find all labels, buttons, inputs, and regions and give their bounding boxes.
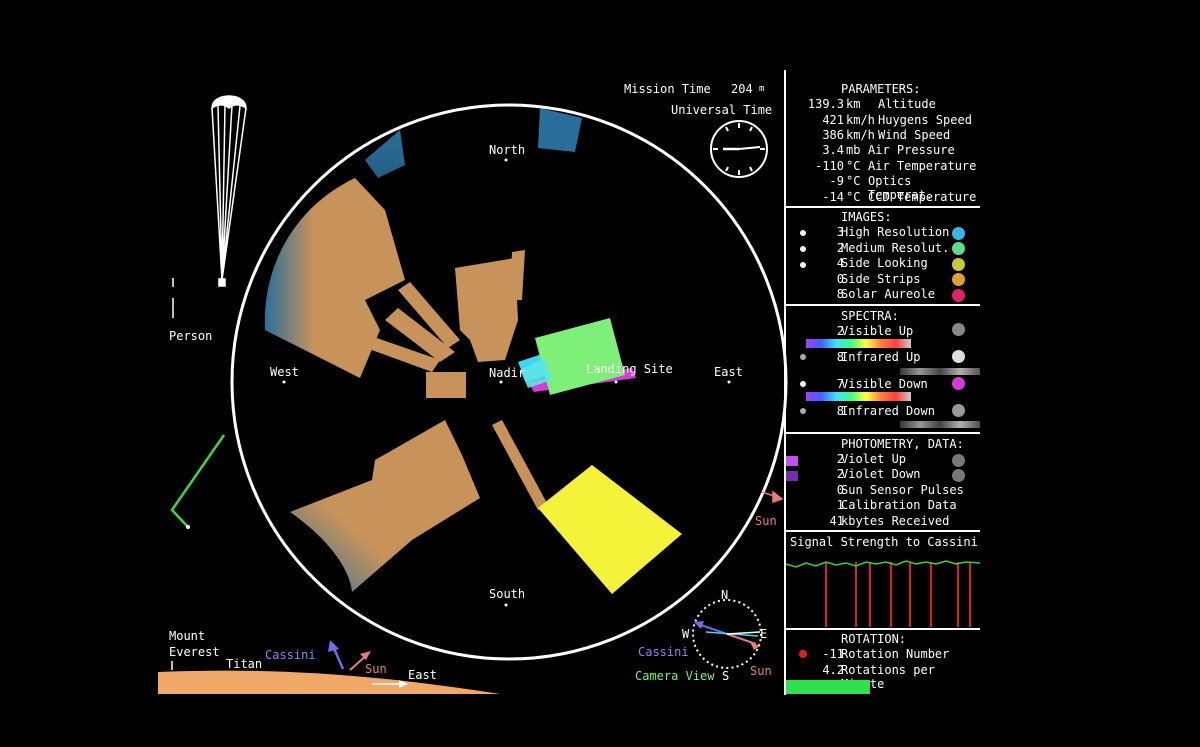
side-strips-icon (952, 273, 965, 286)
titan-label: Titan (226, 657, 263, 671)
separator (786, 628, 980, 630)
rotation-row: 4.2Rotations per Minute (822, 663, 935, 691)
infrared-down-bar (900, 421, 980, 428)
image-mosaic (264, 108, 682, 594)
camera-sun-label: Sun (750, 664, 772, 678)
photometry-row: 41 kbytes Received (829, 514, 950, 528)
photometry-row: 0 Sun Sensor Pulses (836, 483, 964, 497)
camera-cassini-label: Cassini (638, 645, 689, 659)
photometry-title: PHOTOMETRY, DATA: (841, 437, 964, 451)
cassini-horizon-label: Cassini (265, 648, 316, 662)
parachute-icon (211, 95, 247, 287)
param-row: 386 km/h Wind Speed (822, 128, 951, 142)
rotation-title: ROTATION: (841, 632, 907, 646)
universal-time-clock (710, 120, 768, 178)
infrared-up-icon (952, 350, 965, 363)
violet-down-icon (952, 469, 965, 482)
view-circle (230, 103, 788, 661)
param-row: 139.3 km Altitude (807, 97, 936, 111)
image-row: 2 Medium Resolut. (836, 241, 950, 255)
image-row: 4 Side Looking (836, 256, 928, 270)
landing-site-label: Landing Site (586, 362, 673, 376)
image-row: 0 Side Strips (836, 272, 921, 286)
compass-n-label: N (721, 588, 729, 602)
separator (786, 530, 980, 532)
photometry-row: 2 Violet Up (836, 452, 907, 466)
sun-arrow-icon (761, 490, 784, 504)
param-row: 421 km/h Huygens Speed (822, 113, 972, 127)
infrared-up-bar (900, 368, 980, 375)
sun-horizon-label: Sun (365, 662, 387, 676)
signal-title: Signal Strength to Cassini (790, 535, 978, 549)
rotation-row: -11 Rotation Number (822, 647, 950, 661)
mission-time-label: Mission Time (624, 82, 711, 96)
rotation-rate-bar (786, 680, 870, 694)
images-title: IMAGES: (841, 210, 892, 224)
west-label: West (270, 365, 299, 379)
side-looking-icon (952, 258, 965, 271)
spectra-row: 7 Visible Down (836, 377, 928, 391)
photometry-row: 2 Violet Down (836, 467, 921, 481)
universal-time-label: Universal Time (671, 103, 773, 117)
photometry-row: 1 Calibration Data (836, 498, 957, 512)
solar-aureole-icon (952, 289, 965, 302)
visible-up-icon (952, 323, 965, 336)
camera-view-label: Camera View (635, 669, 715, 683)
camera-view-compass (692, 599, 762, 669)
sun-label: Sun (755, 514, 777, 528)
north-label: North (489, 143, 526, 157)
visible-down-spectrum (806, 392, 911, 401)
compass-s-label: S (722, 669, 730, 683)
separator (786, 206, 980, 208)
high-res-icon (952, 227, 965, 240)
param-row: 3.4 mb Air Pressure (822, 143, 955, 157)
image-row: 8 Solar Aureole (836, 287, 935, 301)
spectra-row: 8 Infrared Up (836, 350, 921, 364)
mount-everest-label: Mount Everest (169, 629, 220, 659)
param-row: -110 °C Air Temperature (815, 159, 977, 173)
visible-up-spectrum (806, 339, 911, 348)
nadir-label: Nadir (489, 366, 526, 380)
separator (786, 432, 980, 434)
spectra-row: 2 Visible Up (836, 324, 914, 338)
east-horizon-label: East (408, 668, 437, 682)
violet-up-icon (952, 454, 965, 467)
infrared-down-icon (952, 404, 965, 417)
param-row: -14 °C CCD Temperature (822, 190, 977, 204)
signal-strength-chart (786, 560, 980, 627)
south-label: South (489, 587, 526, 601)
trajectory-line (170, 434, 226, 528)
compass-w-label: W (682, 627, 690, 641)
person-label: Person (169, 329, 213, 343)
image-row: 3 High Resolution (836, 225, 950, 239)
compass-e-label: E (760, 627, 768, 641)
visible-down-icon (952, 377, 965, 390)
param-row: -9 °C Optics Temperat. (829, 174, 934, 202)
mission-time-unit: m (759, 84, 765, 94)
spectra-row: 8 Infrared Down (836, 404, 935, 418)
spectra-title: SPECTRA: (841, 309, 899, 323)
east-label: East (714, 365, 743, 379)
mission-time-value: 204 (731, 82, 753, 96)
separator (786, 304, 980, 306)
medium-res-icon (952, 242, 965, 255)
parameters-title: PARAMETERS: (841, 82, 921, 96)
